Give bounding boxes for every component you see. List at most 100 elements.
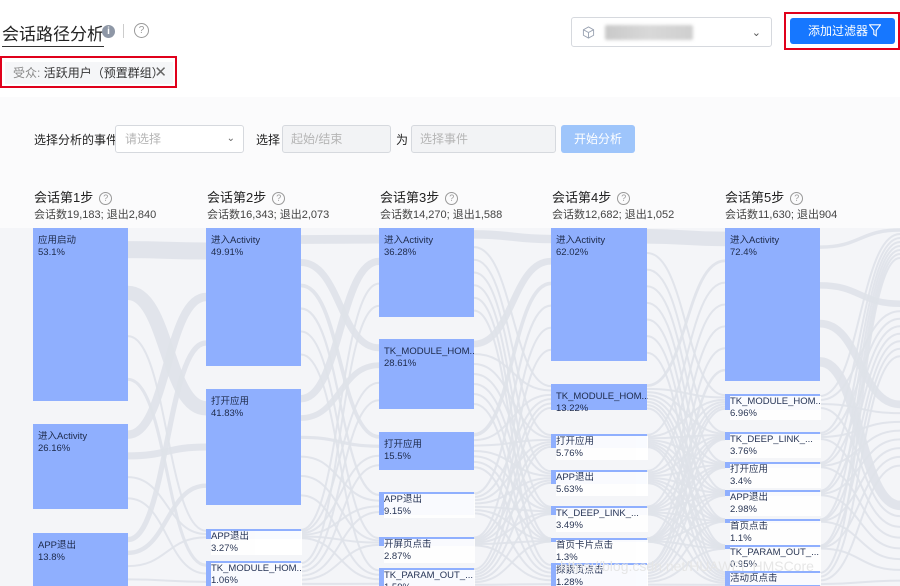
- step-1-title: 会话第1步?: [34, 187, 113, 206]
- info-icon[interactable]: i: [102, 25, 115, 38]
- watermark: https://blog.csdn.net/HUAWEI_HMSCore: [560, 558, 814, 574]
- flow-node-percent: 6.96%: [730, 408, 757, 419]
- flow-node-name: APP退出: [384, 494, 423, 505]
- flow-node-name: 打开应用: [556, 436, 595, 447]
- flow-node-label: APP退出 9.15%: [384, 494, 475, 518]
- audience-highlight: 受众: 活跃用户（预置群组） ✕: [0, 56, 177, 88]
- help-icon[interactable]: ?: [617, 192, 631, 205]
- flow-node-label: 打开应用 3.4%: [730, 464, 821, 488]
- flow-node-percent: 28.61%: [384, 358, 417, 369]
- flow-node-label: 打开应用 41.83%: [211, 396, 302, 420]
- flow-node-label: 打开应用 5.76%: [556, 436, 648, 460]
- flow-node-label: 打开应用 15.5%: [384, 439, 475, 463]
- audience-value: 活跃用户（预置群组）: [43, 66, 164, 80]
- flow-node-name: 打开应用: [730, 464, 769, 475]
- step-3-sub: 会话数14,270; 退出1,588: [380, 209, 503, 221]
- flow-node-label: 活动页点击: [730, 573, 821, 585]
- step-5-sub: 会话数11,630; 退出904: [725, 209, 838, 221]
- step-1-sub: 会话数19,183; 退出2,840: [34, 209, 157, 221]
- flow-node-name: 开屏页点击: [384, 539, 432, 550]
- flow-node-label: APP退出 5.63%: [556, 472, 648, 496]
- flow-node-name: 打开应用: [384, 439, 423, 450]
- flow-node-label: TK_MODULE_HOM... 13.22%: [556, 391, 648, 415]
- flow-node-percent: 49.91%: [211, 247, 244, 258]
- flow-node-label: 应用启动 53.1%: [38, 235, 129, 259]
- step-4-sub: 会话数12,682; 退出1,052: [552, 209, 675, 221]
- flow-node-label: TK_MODULE_HOM... 28.61%: [384, 346, 475, 370]
- flow-node-name: APP退出: [211, 531, 250, 542]
- funnel-icon: [869, 24, 881, 37]
- flow-node-label: 进入Activity 26.16%: [38, 431, 129, 455]
- event-placeholder: 请选择: [125, 132, 162, 146]
- step-4-title: 会话第4步?: [552, 187, 631, 206]
- flow-node-name: TK_DEEP_LINK_...: [730, 434, 813, 445]
- help-icon[interactable]: ?: [134, 23, 149, 38]
- chevron-down-icon: ⌄: [226, 133, 235, 144]
- help-icon[interactable]: ?: [99, 192, 113, 205]
- flow-node-label: APP退出 3.27%: [211, 531, 302, 555]
- event-select[interactable]: 请选择 ⌄: [115, 125, 244, 153]
- step-3-title: 会话第3步?: [380, 187, 459, 206]
- flow-node-label: 进入Activity 36.28%: [384, 235, 475, 259]
- app-select[interactable]: ⌄: [571, 17, 772, 47]
- step-2-sub: 会话数16,343; 退出2,073: [207, 209, 330, 221]
- flow-node-percent: 13.22%: [556, 403, 589, 414]
- flow-node-percent: 2.98%: [730, 504, 757, 515]
- flow-node-percent: 1.59%: [384, 582, 475, 586]
- flow-node-percent: 3.27%: [211, 543, 238, 554]
- flow-node-name: 首页点击: [730, 521, 769, 532]
- flow-link: [473, 583, 552, 586]
- flow-link: [127, 241, 207, 260]
- help-icon[interactable]: ?: [790, 192, 804, 205]
- flow-node-label: 开屏页点击 2.87%: [384, 539, 475, 563]
- flow-link: [473, 230, 552, 244]
- help-icon[interactable]: ?: [272, 192, 286, 205]
- flow-node-percent: 1.06%: [211, 575, 238, 586]
- flow-node-percent: 3.76%: [730, 446, 757, 457]
- flow-node-label: TK_PARAM_OUT_...1.59%: [384, 570, 475, 586]
- step-2-title-text: 会话第2步: [207, 190, 267, 205]
- flow-node-name: 进入Activity: [38, 431, 88, 442]
- step-2-title: 会话第2步?: [207, 187, 286, 206]
- header: 会话路径分析 i ? ⌄ 添加过滤器: [0, 0, 900, 60]
- flow-node-percent: 41.83%: [211, 408, 244, 419]
- flow-node-percent: 53.1%: [38, 247, 65, 258]
- flow-node-label: TK_MODULE_HOM... 6.96%: [730, 396, 821, 420]
- flow-node-percent: 36.28%: [384, 247, 417, 258]
- chevron-down-icon: ⌄: [751, 27, 761, 39]
- page-title: 会话路径分析: [2, 20, 104, 47]
- flow-node-name: 首页卡片点击: [556, 540, 614, 551]
- flow-node-name: APP退出: [730, 492, 769, 503]
- choose-event-select[interactable]: 选择事件: [411, 125, 556, 153]
- select-label: 选择: [256, 133, 281, 147]
- flow-node-percent: 26.16%: [38, 443, 71, 454]
- flow-node-percent: 5.76%: [556, 448, 583, 459]
- flow-node-percent: 1.28%: [556, 577, 583, 586]
- start-analysis-button[interactable]: 开始分析: [561, 125, 635, 153]
- flow-node-name: TK_DEEP_LINK_...: [556, 508, 639, 519]
- flow-node-percent: 3.4%: [730, 476, 752, 487]
- flow-node-percent: 72.4%: [730, 247, 757, 258]
- cube-icon: [582, 26, 595, 39]
- audience-tag: 受众: 活跃用户（预置群组） ✕: [5, 62, 173, 84]
- flow-node-label: 进入Activity 72.4%: [730, 235, 821, 259]
- step-4-title-text: 会话第4步: [552, 190, 612, 205]
- flow-node-label: APP退出 2.98%: [730, 492, 821, 516]
- flow-node-percent: 15.5%: [384, 451, 411, 462]
- flow-node-label: 进入Activity 62.02%: [556, 235, 648, 259]
- help-icon[interactable]: ?: [445, 192, 459, 205]
- event-label: 选择分析的事件: [34, 133, 119, 147]
- flow-node-percent: 2.87%: [384, 551, 411, 562]
- step-3-title-text: 会话第3步: [380, 190, 440, 205]
- flow-node-name: TK_MODULE_HOM...: [730, 396, 821, 407]
- flow-node-name: 进入Activity: [730, 235, 780, 246]
- flow-node-percent: 5.63%: [556, 484, 583, 495]
- add-filter-button[interactable]: 添加过滤器: [790, 18, 895, 44]
- flow-node-percent: 13.8%: [38, 552, 65, 563]
- flow-node-name: 进入Activity: [384, 235, 434, 246]
- flow-node-name: TK_PARAM_OUT_...: [384, 570, 474, 581]
- close-icon[interactable]: ✕: [154, 62, 167, 84]
- choose-event-placeholder: 选择事件: [420, 132, 469, 146]
- for-label: 为: [396, 133, 409, 147]
- start-end-select[interactable]: 起始/结束: [282, 125, 391, 153]
